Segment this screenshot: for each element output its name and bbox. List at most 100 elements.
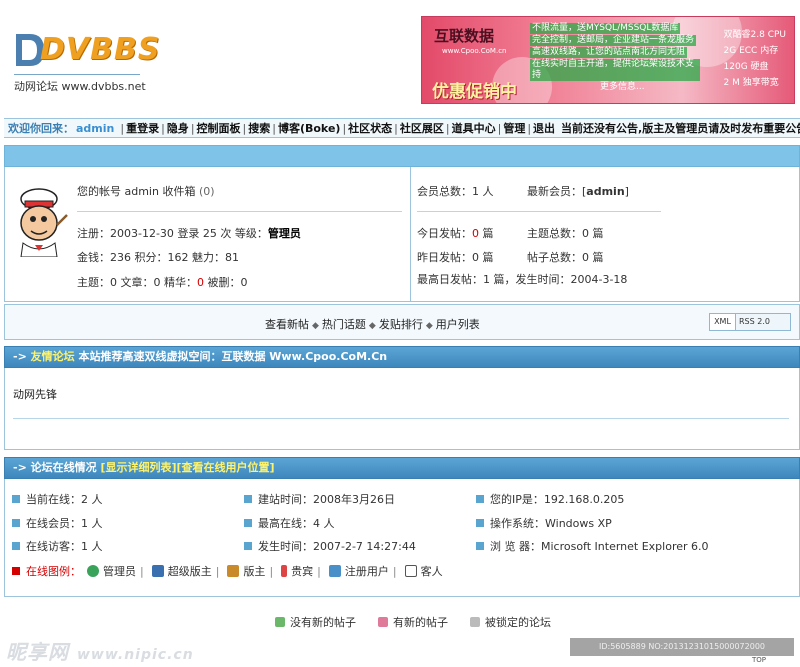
topics-info: 主题：0 文章：0 精华：	[77, 276, 197, 289]
newest-member: 最新会员：[admin]	[527, 183, 629, 199]
banner-ad[interactable]: 互联数据 www.Cpoo.CoM.cn 优惠促销中 不限流量，送MYSQL/M…	[421, 16, 795, 104]
friend-forums-promo[interactable]: 本站推荐高速双线虚拟空间：互联数据 Www.Cpoo.CoM.Cn	[75, 350, 387, 363]
max-day-posts: 最高日发帖：1 篇，发生时间：2004-3-18	[417, 273, 628, 286]
nav-invisible[interactable]: 隐身	[167, 120, 189, 136]
ip-address: 您的IP是：192.168.0.205	[476, 491, 624, 507]
account-line: 您的帐号 admin 收件箱 (0)	[77, 183, 215, 199]
deleted-count: 被删：0	[204, 276, 248, 289]
banner-more-link[interactable]: 更多信息...	[530, 82, 647, 93]
nav-admin[interactable]: 管理	[503, 120, 525, 136]
nav-relogin[interactable]: 重登录	[126, 120, 159, 136]
register-line: 注册：2003-12-30 登录 25 次 等级：管理员	[77, 225, 301, 241]
legend-vip: 贵宾	[291, 565, 314, 578]
essence-count: 0	[197, 276, 204, 289]
online-members: 在线会员：1 人	[12, 515, 103, 531]
banner-feature: 在线实时自主开通，提供论坛架设技术支持	[530, 59, 700, 81]
peak-time: 发生时间：2007-2-7 14:27:44	[244, 538, 416, 554]
topics-total: 主题总数：0 篇	[527, 227, 604, 240]
online-text: 操作系统：Windows XP	[490, 517, 612, 530]
banner-specs: 双酷睿2.8 CPU 2G ECC 内存 120G 硬盘 2 M 独享带宽	[724, 27, 786, 91]
site-founded: 建站时间：2008年3月26日	[244, 491, 395, 507]
admin-icon	[87, 565, 99, 577]
logo-subtitle: 动网论坛 www.dvbbs.net	[14, 80, 146, 93]
divider	[13, 418, 789, 419]
show-detail-list-link[interactable]: [显示详细列表]	[100, 461, 176, 474]
legend-label: 在线图例：	[26, 565, 81, 578]
legend-super-moderator: 超级版主	[167, 565, 212, 578]
nav-item-center[interactable]: 道具中心	[452, 120, 496, 136]
legend-moderator: 版主	[243, 565, 266, 578]
yesterday-posts-label: 昨日发帖：	[417, 251, 472, 264]
logo-divider	[14, 74, 140, 75]
separator: |	[215, 564, 220, 578]
banner-feature: 不限流量，送MYSQL/MSSQL数据库	[530, 23, 681, 34]
top-link[interactable]: TOP	[752, 656, 766, 664]
banner-feature: 高速双线路，让您的站点南北方同无阻	[530, 47, 688, 58]
banner-spec: 2 M 独享带宽	[723, 78, 779, 88]
bullet-icon	[12, 542, 20, 550]
watermark-url: www.nipic.cn	[76, 647, 194, 663]
online-text: 最高在线：4 人	[258, 517, 335, 530]
bullet-icon	[244, 495, 252, 503]
bullet-icon	[12, 519, 20, 527]
logo[interactable]: DVBBS 动网论坛 www.dvbbs.net	[12, 26, 159, 96]
online-legend: 在线图例： 管理员 | 超级版主 | 版主 | 贵宾 | 注册用户 | 客人	[12, 563, 443, 579]
unit: 篇	[479, 227, 494, 240]
newest-member-link[interactable]: admin	[586, 185, 624, 198]
account-text: 您的帐号 admin 收件箱	[77, 185, 196, 198]
newest-member-bracket: ]	[624, 185, 629, 198]
legend-locked-forum: 被锁定的论坛	[485, 616, 551, 629]
unit: 篇	[479, 251, 494, 264]
online-text: 发生时间：2007-2-7 14:27:44	[258, 540, 416, 553]
announcement-marquee[interactable]: 当前还没有公告,版主及管理员请及时发布重要公告![聚集社区](	[561, 120, 800, 136]
nav-blog[interactable]: 博客(Boke)	[278, 120, 340, 136]
username-link[interactable]: admin	[76, 122, 114, 135]
legend-no-new-posts: 没有新的帖子	[290, 616, 356, 629]
posts-total: 帖子总数：0 篇	[527, 251, 604, 264]
bullet-icon	[12, 495, 20, 503]
today-posts: 今日发帖：0 篇	[417, 225, 494, 241]
banner-spec: 双酷睿2.8 CPU	[723, 30, 786, 40]
inbox-count[interactable]: (0)	[199, 185, 215, 198]
section-arrow: ->	[13, 350, 31, 363]
no-new-posts-icon	[275, 617, 285, 627]
legend-admin: 管理员	[103, 565, 136, 578]
os-info: 操作系统：Windows XP	[476, 515, 612, 531]
forum-icon-legend: 没有新的帖子 有新的帖子 被锁定的论坛	[275, 614, 551, 630]
legend-new-posts: 有新的帖子	[393, 616, 448, 629]
view-online-locations-link[interactable]: [查看在线用户位置]	[177, 461, 275, 474]
nav-community-status[interactable]: 社区状态	[348, 120, 392, 136]
link-new-posts[interactable]: 查看新帖	[265, 318, 309, 331]
super-moderator-icon	[151, 565, 164, 577]
diamond-icon: ◆	[368, 321, 376, 331]
nav-community-gallery[interactable]: 社区展区	[400, 120, 444, 136]
bullet-icon	[476, 495, 484, 503]
locked-forum-icon	[470, 617, 480, 627]
nav-logout[interactable]: 退出	[533, 120, 555, 136]
friend-forums-body: 动网先锋	[4, 368, 800, 450]
link-user-list[interactable]: 用户列表	[436, 318, 480, 331]
online-text: 在线访客：1 人	[26, 540, 103, 553]
separator: |	[317, 564, 321, 578]
xml-label: XML	[710, 314, 736, 330]
nav-control-panel[interactable]: 控制面板	[197, 120, 241, 136]
online-text: 当前在线：2 人	[26, 493, 103, 506]
online-text: 在线会员：1 人	[26, 517, 103, 530]
vip-icon	[281, 565, 288, 577]
members-total: 会员总数：1 人	[417, 185, 494, 198]
legend-registered: 注册用户	[344, 565, 389, 578]
link-post-ranking[interactable]: 发贴排行	[379, 318, 423, 331]
diamond-icon: ◆	[425, 321, 433, 331]
nav-search[interactable]: 搜索	[248, 120, 270, 136]
link-hot-topics[interactable]: 热门话题	[322, 318, 366, 331]
friend-forum-link[interactable]: 动网先锋	[13, 386, 57, 402]
today-posts-value: 0	[472, 227, 479, 240]
rss-badge[interactable]: XML RSS 2.0	[709, 313, 791, 331]
legend-guest: 客人	[420, 565, 443, 578]
panel-divider	[410, 167, 411, 302]
moderator-icon	[227, 565, 240, 577]
friend-forums-title[interactable]: 友情论坛	[31, 350, 75, 363]
bullet-icon	[244, 542, 252, 550]
online-text: 您的IP是：192.168.0.205	[490, 493, 625, 506]
banner-feature: 完全控制，送邮局，企业建站一条龙服务	[530, 35, 697, 46]
